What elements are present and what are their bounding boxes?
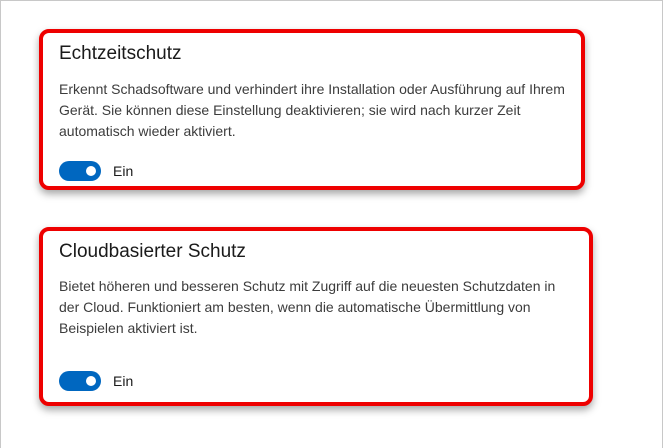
cloud-protection-title: Cloudbasierter Schutz [59,241,246,262]
settings-panel: Echtzeitschutz Erkennt Schadsoftware und… [0,0,663,448]
toggle-knob [86,376,96,386]
realtime-protection-card: Echtzeitschutz Erkennt Schadsoftware und… [39,29,585,190]
cloud-protection-card: Cloudbasierter Schutz Bietet höheren und… [39,227,593,406]
toggle-knob [86,166,96,176]
cloud-protection-toggle[interactable] [59,371,101,391]
cloud-protection-toggle-row: Ein [59,370,133,392]
realtime-protection-toggle[interactable] [59,161,101,181]
realtime-protection-toggle-label: Ein [113,163,134,179]
realtime-protection-toggle-row: Ein [59,160,133,182]
realtime-protection-description: Erkennt Schadsoftware und verhindert ihr… [59,81,565,139]
cloud-protection-toggle-label: Ein [113,373,134,389]
cloud-protection-description: Bietet höheren und besseren Schutz mit Z… [59,278,556,336]
realtime-protection-title: Echtzeitschutz [59,43,182,64]
